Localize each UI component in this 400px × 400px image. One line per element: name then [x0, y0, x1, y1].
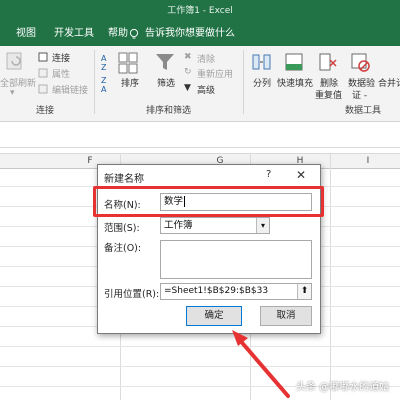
column-header-i[interactable]: I	[338, 154, 398, 169]
scope-select-value: 工作簿	[164, 220, 193, 231]
edit-links-icon	[38, 84, 48, 94]
collapse-dialog-icon[interactable]: ⬆	[297, 284, 311, 299]
data-tools-group-label: 数据工具	[345, 106, 382, 116]
sort-az-icon[interactable]: AZ	[101, 54, 106, 72]
refers-to-value: =Sheet1!$B$29:$B$33	[164, 286, 269, 296]
scope-select[interactable]: 工作簿 ▾	[160, 217, 270, 234]
close-icon[interactable]: ✕	[296, 168, 306, 182]
ribbon-tabs: 视图 开发工具 帮助 告诉我你想要做什么	[0, 22, 400, 46]
help-button[interactable]: ?	[266, 169, 271, 180]
grid-row-line	[0, 346, 400, 347]
clear-icon: ✖	[184, 52, 192, 62]
refers-to-input[interactable]: =Sheet1!$B$29:$B$33 ⬆	[160, 283, 312, 300]
tab-view[interactable]: 视图	[16, 22, 36, 46]
text-to-columns-icon	[252, 54, 271, 70]
formula-bar[interactable]	[0, 124, 400, 148]
properties-button[interactable]: 属性	[52, 67, 70, 80]
connections-icon	[38, 52, 48, 62]
comment-label: 备注(O):	[104, 243, 142, 254]
lightbulb-icon	[129, 28, 139, 39]
grid-column-line	[330, 153, 331, 400]
chevron-down-icon[interactable]: ▾	[256, 218, 269, 233]
flash-fill-icon	[285, 53, 303, 71]
window-title: 工作簿1 - Excel	[167, 6, 233, 16]
flash-fill-button[interactable]: 快速填充	[277, 76, 313, 89]
connections-button[interactable]: 连接	[52, 51, 70, 64]
scope-label: 范围(S):	[104, 223, 140, 234]
refresh-dropdown-icon[interactable]: ▾	[10, 88, 15, 98]
reapply-icon: ↻	[184, 67, 192, 77]
tell-me-search[interactable]: 告诉我你想要做什么	[145, 22, 235, 46]
edit-links-button[interactable]: 编辑链接	[52, 83, 88, 96]
grid-row-line	[0, 366, 400, 367]
connections-group-label: 连接	[36, 106, 55, 116]
filter-button[interactable]: 筛选	[157, 76, 175, 89]
advanced-filter-icon: ▼	[184, 83, 191, 93]
sort-button[interactable]: 排序	[121, 76, 139, 89]
consolidate-button[interactable]: 合并计	[378, 76, 400, 89]
filter-icon	[156, 54, 174, 70]
tab-developer[interactable]: 开发工具	[54, 22, 94, 46]
refresh-all-button[interactable]: 全部刷新	[0, 76, 36, 89]
group-divider	[243, 50, 244, 114]
tab-help[interactable]: 帮助	[108, 22, 128, 46]
data-validation-label-2: 证 -	[352, 91, 368, 101]
highlight-box	[93, 186, 324, 217]
clear-button[interactable]: 清除	[197, 52, 215, 65]
sort-filter-group-label: 排序和筛选	[146, 106, 192, 116]
remove-duplicates-label-2: 重复值	[315, 91, 343, 101]
sort-icon	[118, 52, 138, 74]
dialog-title: 新建名称	[104, 174, 144, 185]
reapply-button[interactable]: 重新应用	[197, 67, 233, 80]
cancel-button[interactable]: 取消	[260, 306, 312, 326]
text-to-columns-button[interactable]: 分列	[253, 76, 271, 89]
sort-za-icon[interactable]: ZA	[101, 76, 106, 94]
watermark: 头条 @嘟嘟水的道姑	[296, 382, 390, 393]
properties-icon	[38, 68, 48, 78]
refresh-all-icon	[6, 52, 22, 70]
comment-textarea[interactable]	[160, 240, 312, 279]
group-divider	[94, 50, 95, 114]
remove-duplicates-icon	[319, 53, 337, 71]
data-validation-icon	[351, 53, 370, 72]
refers-to-label: 引用位置(R):	[104, 289, 160, 300]
advanced-button[interactable]: 高级	[197, 83, 215, 96]
window-title-bar: 工作簿1 - Excel	[0, 0, 400, 22]
ribbon-data: 全部刷新 ▾ 连接 属性 编辑链接 连接 AZ ZA 排序 筛选 ✖ 清除 ↻ …	[0, 46, 400, 122]
ok-button[interactable]: 确定	[186, 306, 242, 326]
